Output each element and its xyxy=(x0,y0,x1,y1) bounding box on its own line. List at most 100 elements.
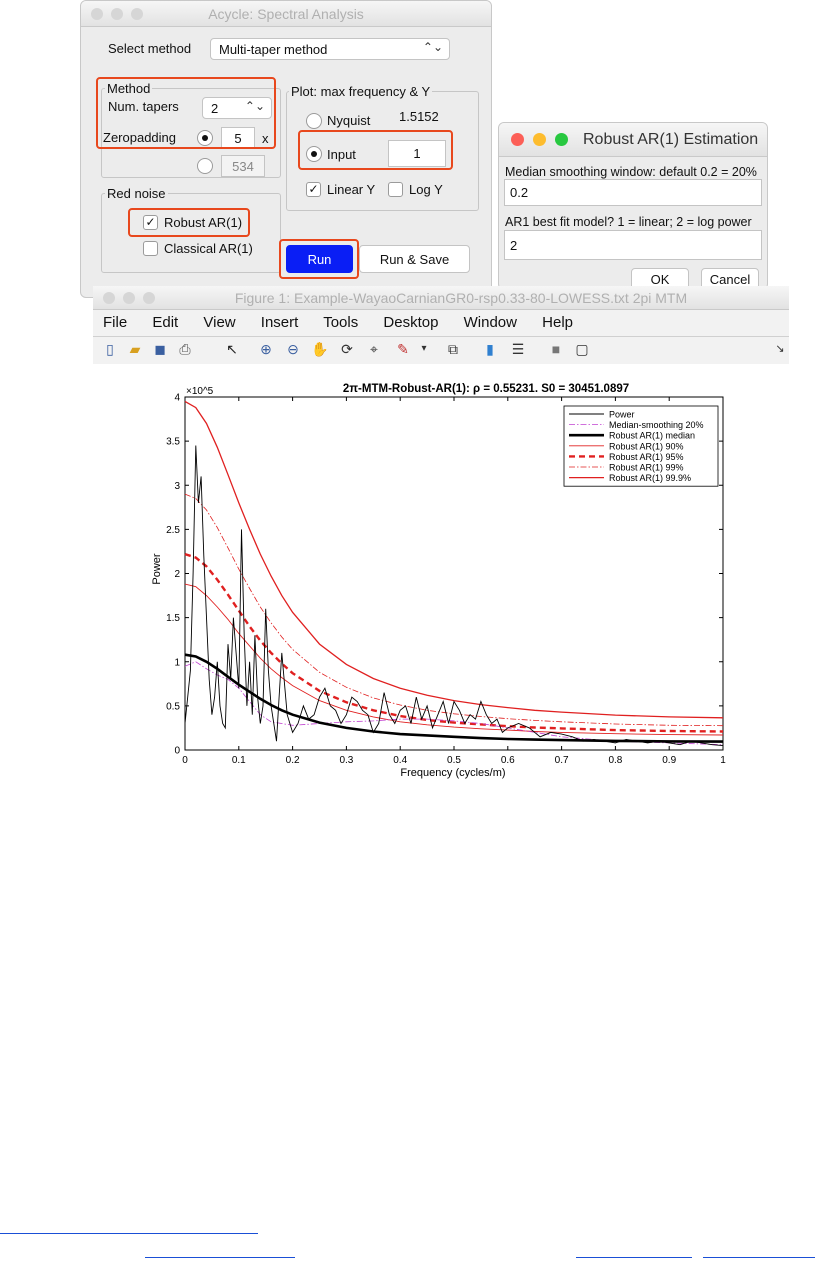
ar1-model-input[interactable]: 2 xyxy=(504,230,762,260)
new-file-icon[interactable]: ▯ xyxy=(100,339,120,359)
log-y-label: Log Y xyxy=(409,182,443,197)
dropdown-arrow-icon[interactable]: ▾ xyxy=(414,339,434,359)
zoom-out-icon[interactable]: ⊖ xyxy=(283,339,303,359)
classical-ar1-checkbox[interactable] xyxy=(143,241,158,256)
footer-link-4[interactable] xyxy=(703,1257,815,1258)
nyquist-value: 1.5152 xyxy=(399,109,439,124)
x-tick-label: 0 xyxy=(182,755,188,766)
acycle-window: Acycle: Spectral Analysis Select method … xyxy=(80,0,492,298)
figure-window: Figure 1: Example-WayaoCarnianGR0-rsp0.3… xyxy=(93,286,789,364)
chevron-updown-icon: ⌃⌄ xyxy=(422,40,443,54)
menu-view[interactable]: View xyxy=(203,314,235,331)
y-tick-label: 2.5 xyxy=(166,525,180,536)
dock-arrow-icon[interactable]: ↘ xyxy=(770,339,790,359)
median-window-prompt: Median smoothing window: default 0.2 = 2… xyxy=(505,165,757,179)
zoom-in-icon[interactable]: ⊕ xyxy=(256,339,276,359)
highlight-run xyxy=(279,239,359,279)
rotate-3d-icon[interactable]: ⟳ xyxy=(337,339,357,359)
legend-entry: Robust AR(1) 99.9% xyxy=(609,473,691,483)
footer-link-1[interactable] xyxy=(0,1233,258,1234)
y-tick-label: 1 xyxy=(174,657,180,668)
print-icon[interactable]: ⎙ xyxy=(175,339,195,359)
x-axis-label: Frequency (cycles/m) xyxy=(400,767,505,779)
y-tick-label: 3 xyxy=(174,481,180,492)
close-button[interactable] xyxy=(511,133,524,146)
x-tick-label: 1 xyxy=(720,755,726,766)
menu-help[interactable]: Help xyxy=(542,314,573,331)
window-title: Acycle: Spectral Analysis xyxy=(208,6,364,22)
pan-icon[interactable]: ✋ xyxy=(310,339,330,359)
run-and-save-button[interactable]: Run & Save xyxy=(359,245,470,273)
zeropadding-alt-radio[interactable] xyxy=(197,158,213,174)
zoom-button[interactable] xyxy=(555,133,568,146)
y-tick-label: 4 xyxy=(174,393,180,404)
figure-title: Figure 1: Example-WayaoCarnianGR0-rsp0.3… xyxy=(234,290,688,306)
x-tick-label: 0.1 xyxy=(232,755,246,766)
x-tick-label: 0.2 xyxy=(286,755,300,766)
legend-entry: Robust AR(1) 95% xyxy=(609,452,684,462)
nyquist-label: Nyquist xyxy=(327,113,371,128)
dock-icon[interactable]: ▢ xyxy=(572,339,592,359)
y-axis-exponent: ×10^5 xyxy=(186,386,214,397)
link-plot-icon[interactable]: ⧉ xyxy=(443,339,463,359)
highlight-robust-ar1 xyxy=(128,208,250,237)
x-tick-label: 0.3 xyxy=(339,755,353,766)
method-select-value: Multi-taper method xyxy=(219,42,328,57)
classical-ar1-label: Classical AR(1) xyxy=(164,241,253,256)
menu-file[interactable]: File xyxy=(103,314,127,331)
red-noise-group-label: Red noise xyxy=(105,186,168,201)
brush-icon[interactable]: ✎ xyxy=(393,339,413,359)
x-tick-label: 0.6 xyxy=(501,755,515,766)
select-method-label: Select method xyxy=(108,41,192,56)
legend-entry: Robust AR(1) 90% xyxy=(609,441,684,451)
menu-desktop[interactable]: Desktop xyxy=(383,314,438,331)
legend-icon[interactable]: ☰ xyxy=(508,339,528,359)
y-tick-label: 0.5 xyxy=(166,701,180,712)
median-window-input[interactable]: 0.2 xyxy=(504,179,762,206)
y-tick-label: 3.5 xyxy=(166,437,180,448)
dialog-title: Robust AR(1) Estimation xyxy=(583,131,759,148)
zeropadding-alt-input[interactable]: 534 xyxy=(221,155,265,177)
acycle-titlebar[interactable]: Acycle: Spectral Analysis xyxy=(81,1,491,27)
spectrum-chart: 2π-MTM-Robust-AR(1): ρ = 0.55231. S0 = 3… xyxy=(151,383,726,779)
footer-link-2[interactable] xyxy=(145,1257,295,1258)
x-tick-label: 0.7 xyxy=(555,755,569,766)
save-icon[interactable]: ◼ xyxy=(150,339,170,359)
x-tick-label: 0.5 xyxy=(447,755,461,766)
linear-y-label: Linear Y xyxy=(327,182,376,197)
y-axis-label: Power xyxy=(151,553,163,585)
colorbar-icon[interactable]: ▮ xyxy=(480,339,500,359)
minimize-button[interactable] xyxy=(533,133,546,146)
figure-toolbar-separator xyxy=(93,336,789,337)
nyquist-radio[interactable] xyxy=(306,113,322,129)
y-tick-label: 2 xyxy=(174,569,180,580)
x-tick-label: 0.8 xyxy=(608,755,622,766)
menu-edit[interactable]: Edit xyxy=(152,314,178,331)
menu-window[interactable]: Window xyxy=(464,314,517,331)
robust-ar1-dialog: Robust AR(1) Estimation Median smoothing… xyxy=(498,122,768,290)
open-folder-icon[interactable]: ▰ xyxy=(125,339,145,359)
legend-entry: Robust AR(1) median xyxy=(609,431,695,441)
y-tick-label: 1.5 xyxy=(166,613,180,624)
x-tick-label: 0.9 xyxy=(662,755,676,766)
log-y-checkbox[interactable] xyxy=(388,182,403,197)
legend-entry: Power xyxy=(609,410,635,420)
menu-insert[interactable]: Insert xyxy=(261,314,299,331)
method-select[interactable]: Multi-taper method ⌃⌄ xyxy=(210,38,450,60)
legend-entry: Robust AR(1) 99% xyxy=(609,463,684,473)
y-tick-label: 0 xyxy=(174,746,180,757)
menu-tools[interactable]: Tools xyxy=(323,314,358,331)
plot-group-label: Plot: max frequency & Y xyxy=(289,84,433,99)
highlight-input xyxy=(298,130,453,170)
hide-tools-icon[interactable]: ■ xyxy=(546,339,566,359)
chart-title: 2π-MTM-Robust-AR(1): ρ = 0.55231. S0 = 3… xyxy=(343,383,629,395)
footer-link-3[interactable] xyxy=(576,1257,692,1258)
highlight-method xyxy=(96,77,276,149)
linear-y-checkbox[interactable]: ✓ xyxy=(306,182,321,197)
data-cursor-icon[interactable]: ⌖ xyxy=(364,339,384,359)
ar1-model-prompt: AR1 best fit model? 1 = linear; 2 = log … xyxy=(505,215,752,229)
robust-dialog-titlebar[interactable]: Robust AR(1) Estimation xyxy=(499,123,767,157)
figure-titlebar[interactable]: Figure 1: Example-WayaoCarnianGR0-rsp0.3… xyxy=(93,286,789,310)
figure-menubar: File Edit View Insert Tools Desktop Wind… xyxy=(103,314,594,331)
pointer-icon[interactable]: ↖ xyxy=(222,339,242,359)
